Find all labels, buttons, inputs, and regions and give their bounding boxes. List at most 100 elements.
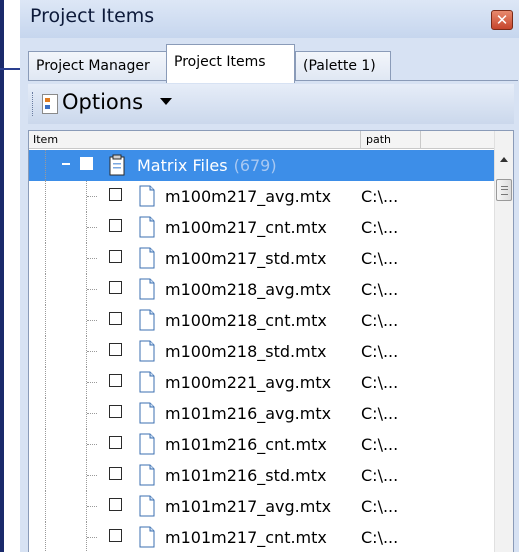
tree-file-row[interactable]: m100m217_std.mtx C:\... xyxy=(29,243,494,274)
matrix-file-icon xyxy=(139,433,155,455)
tree-branch-line xyxy=(87,289,97,290)
column-header-path[interactable]: path xyxy=(360,131,391,148)
file-name: m101m216_cnt.mtx xyxy=(165,435,327,454)
file-name: m100m218_avg.mtx xyxy=(165,280,332,299)
tree-guide-line xyxy=(45,336,46,367)
file-path: C:\... xyxy=(361,311,399,330)
group-checkbox[interactable] xyxy=(80,157,93,170)
tree-branch-line xyxy=(87,475,97,476)
tree-group-label: Matrix Files (679) xyxy=(137,156,277,175)
tree-branch-line xyxy=(87,320,97,321)
tree-branch-line xyxy=(87,537,97,538)
file-checkbox[interactable] xyxy=(109,405,122,418)
tree-guide-line xyxy=(45,491,46,522)
toolbar-grip[interactable] xyxy=(32,92,36,116)
left-window-border xyxy=(0,0,4,552)
title-bar[interactable]: Project Items ✕ xyxy=(20,0,519,38)
file-name: m100m217_std.mtx xyxy=(165,249,327,268)
tab-label: Project Items xyxy=(174,54,266,70)
file-name: m100m221_avg.mtx xyxy=(165,373,332,392)
tree-branch-line xyxy=(87,258,97,259)
folder-files-icon xyxy=(109,154,125,176)
file-checkbox[interactable] xyxy=(109,529,122,542)
tree-rows: Matrix Files (679) m100m217_avg.mtx C:\...… xyxy=(29,150,494,552)
tree-branch-line xyxy=(87,444,97,445)
file-checkbox[interactable] xyxy=(109,498,122,511)
file-checkbox[interactable] xyxy=(109,219,122,232)
file-path: C:\... xyxy=(361,466,399,485)
file-name: m101m217_cnt.mtx xyxy=(165,528,327,547)
project-items-tree: Item path Matrix Files (679) m100m217_avg… xyxy=(28,130,514,552)
tree-guide-line xyxy=(45,460,46,491)
vertical-scrollbar[interactable] xyxy=(494,131,513,552)
file-name: m100m218_cnt.mtx xyxy=(165,311,327,330)
file-checkbox[interactable] xyxy=(109,374,122,387)
tree-guide-line xyxy=(45,243,46,274)
tab-label: Project Manager xyxy=(36,58,150,74)
file-checkbox[interactable] xyxy=(109,281,122,294)
file-checkbox[interactable] xyxy=(109,436,122,449)
tab-project-manager[interactable]: Project Manager xyxy=(28,51,167,81)
matrix-file-icon xyxy=(139,495,155,517)
matrix-file-icon xyxy=(139,216,155,238)
file-path: C:\... xyxy=(361,435,399,454)
file-name: m100m217_cnt.mtx xyxy=(165,218,327,237)
options-icon[interactable] xyxy=(42,94,58,114)
dock-connector-line xyxy=(0,68,22,70)
tree-file-row[interactable]: m100m217_avg.mtx C:\... xyxy=(29,181,494,212)
file-name: m100m218_std.mtx xyxy=(165,342,327,361)
tree-group-matrix-files[interactable]: Matrix Files (679) xyxy=(29,150,494,181)
options-menu-button[interactable]: Options xyxy=(62,90,143,114)
tree-branch-line xyxy=(87,506,97,507)
tree-guide-line xyxy=(45,522,46,552)
tree-branch-line xyxy=(87,382,97,383)
tree-file-row[interactable]: m101m216_avg.mtx C:\... xyxy=(29,398,494,429)
tree-branch-line xyxy=(87,413,97,414)
file-checkbox[interactable] xyxy=(109,250,122,263)
matrix-file-icon xyxy=(139,340,155,362)
file-path: C:\... xyxy=(361,187,399,206)
matrix-file-icon xyxy=(139,464,155,486)
close-icon: ✕ xyxy=(495,11,509,29)
matrix-file-icon xyxy=(139,278,155,300)
file-path: C:\... xyxy=(361,404,399,423)
file-checkbox[interactable] xyxy=(109,467,122,480)
file-path: C:\... xyxy=(361,497,399,516)
tree-branch-line xyxy=(87,196,97,197)
file-path: C:\... xyxy=(361,528,399,547)
scroll-up-arrow-icon[interactable] xyxy=(500,157,508,162)
file-checkbox[interactable] xyxy=(109,343,122,356)
file-path: C:\... xyxy=(361,218,399,237)
tree-file-row[interactable]: m100m218_cnt.mtx C:\... xyxy=(29,305,494,336)
tab-palette-1[interactable]: (Palette 1) xyxy=(295,51,391,81)
tree-file-row[interactable]: m101m216_std.mtx C:\... xyxy=(29,460,494,491)
options-toolbar: Options xyxy=(28,84,514,124)
file-checkbox[interactable] xyxy=(109,188,122,201)
tree-guide-line xyxy=(45,398,46,429)
file-path: C:\... xyxy=(361,249,399,268)
tree-file-row[interactable]: m100m218_avg.mtx C:\... xyxy=(29,274,494,305)
tab-project-items[interactable]: Project Items xyxy=(166,44,295,83)
tab-strip: Project Manager Project Items (Palette 1… xyxy=(28,42,518,83)
matrix-file-icon xyxy=(139,247,155,269)
scroll-thumb[interactable] xyxy=(496,179,512,201)
collapse-toggle-icon[interactable] xyxy=(61,159,72,170)
file-name: m100m217_avg.mtx xyxy=(165,187,332,206)
column-header-item[interactable]: Item xyxy=(33,133,58,146)
file-checkbox[interactable] xyxy=(109,312,122,325)
tree-file-row[interactable]: m101m217_cnt.mtx C:\... xyxy=(29,522,494,552)
tree-file-row[interactable]: m101m217_avg.mtx C:\... xyxy=(29,491,494,522)
tree-file-row[interactable]: m100m221_avg.mtx C:\... xyxy=(29,367,494,398)
matrix-file-icon xyxy=(139,309,155,331)
file-name: m101m217_avg.mtx xyxy=(165,497,332,516)
matrix-file-icon xyxy=(139,526,155,548)
tree-guide-line xyxy=(45,274,46,305)
dropdown-arrow-icon[interactable] xyxy=(160,98,172,105)
tree-file-row[interactable]: m101m216_cnt.mtx C:\... xyxy=(29,429,494,460)
tree-guide-line xyxy=(45,212,46,243)
tree-file-row[interactable]: m100m218_std.mtx C:\... xyxy=(29,336,494,367)
tree-file-row[interactable]: m100m217_cnt.mtx C:\... xyxy=(29,212,494,243)
panel-title: Project Items xyxy=(30,5,155,27)
close-button[interactable]: ✕ xyxy=(491,10,513,30)
file-path: C:\... xyxy=(361,342,399,361)
